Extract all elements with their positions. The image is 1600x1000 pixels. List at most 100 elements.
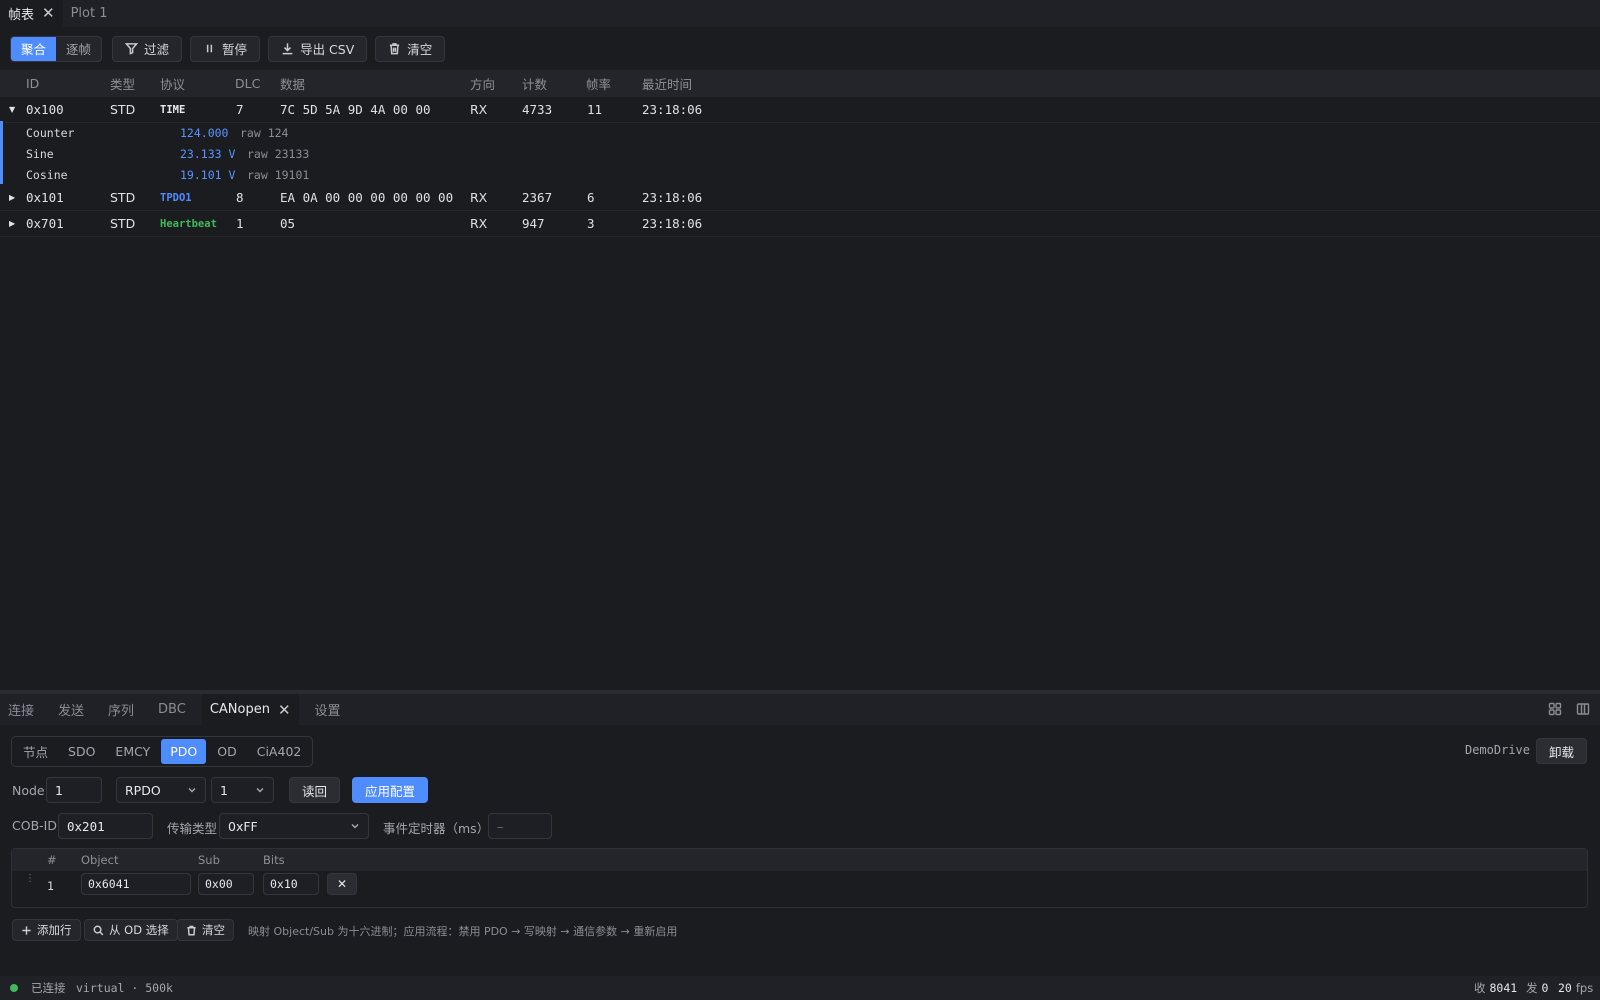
filter-label: 过滤 <box>144 42 170 57</box>
device-name: DemoDrive <box>1464 743 1530 757</box>
grid-icon[interactable] <box>1548 702 1562 716</box>
tab-plot-1[interactable]: Plot 1 <box>63 0 116 27</box>
frame-rate: 6 <box>587 190 595 205</box>
header-rate[interactable]: 帧率 <box>586 70 611 97</box>
fps-counter: 20 fps <box>1558 976 1593 1000</box>
canopen-subtabs: 节点 SDO EMCY PDO OD CiA402 <box>11 736 314 767</box>
mapping-hint: 映射 Object/Sub 为十六进制；应用流程：禁用 PDO → 写映射 → … <box>248 925 678 938</box>
frame-last-time: 23:18:06 <box>642 190 703 205</box>
header-direction[interactable]: 方向 <box>470 70 495 97</box>
tab-dbc[interactable]: DBC <box>150 694 194 725</box>
status-bar: 已连接 virtual · 500k 收 8041 发 0 20 fps <box>0 976 1600 1000</box>
tab-send[interactable]: 发送 <box>50 694 92 725</box>
trash-icon <box>187 925 196 935</box>
select-from-od-button[interactable]: 从 OD 选择 <box>84 919 178 941</box>
split-columns-icon[interactable] <box>1576 702 1590 716</box>
filter-button[interactable]: 过滤 <box>112 35 183 62</box>
remove-row-button[interactable]: ✕ <box>327 873 358 895</box>
trash-icon <box>390 43 400 55</box>
subtab-pdo[interactable]: PDO <box>161 739 207 764</box>
subtab-emcy[interactable]: EMCY <box>106 739 159 764</box>
search-icon <box>93 925 104 935</box>
event-timer-input[interactable]: – <box>488 813 552 839</box>
node-label: Node <box>12 783 45 798</box>
subtab-cia402[interactable]: CiA402 <box>248 739 311 764</box>
tab-connection[interactable]: 连接 <box>0 694 42 725</box>
mode-per-frame-button[interactable]: 逐帧 <box>56 37 101 61</box>
signal-name: Cosine <box>26 167 68 182</box>
table-row[interactable]: ▼ 0x100 STD TIME 7 7C 5D 5A 9D 4A 00 00 … <box>0 97 1600 123</box>
pdo-type-select[interactable]: RPDO <box>116 777 206 803</box>
header-protocol[interactable]: 协议 <box>160 70 185 97</box>
drag-handle-icon[interactable]: ⋮ <box>25 873 35 884</box>
mapping-header-bits: Bits <box>263 853 285 867</box>
read-back-button[interactable]: 读回 <box>289 777 341 803</box>
clear-button[interactable]: 清空 <box>375 35 446 62</box>
tab-settings[interactable]: 设置 <box>307 694 349 725</box>
signal-value: 19.101 V <box>180 167 236 182</box>
frame-rate: 11 <box>587 102 603 117</box>
close-icon[interactable]: ✕ <box>278 701 291 719</box>
node-input[interactable]: 1 <box>46 777 102 803</box>
frame-type: STD <box>110 102 136 117</box>
chevron-down-icon <box>351 823 359 829</box>
chevron-down-icon <box>256 787 264 793</box>
pdo-index-value: 1 <box>220 782 228 798</box>
plus-icon <box>22 925 31 935</box>
frame-dlc: 1 <box>236 216 244 231</box>
pdo-index-select[interactable]: 1 <box>211 777 274 803</box>
header-id[interactable]: ID <box>26 70 39 97</box>
frame-last-time: 23:18:06 <box>642 102 703 117</box>
tab-frame-table[interactable]: 帧表 ✕ <box>0 0 63 27</box>
frame-direction: RX <box>470 102 488 117</box>
cobid-input[interactable]: 0x201 <box>58 813 153 839</box>
mode-aggregate-button[interactable]: 聚合 <box>11 36 57 61</box>
subtab-sdo[interactable]: SDO <box>59 739 104 764</box>
clear-label: 清空 <box>407 42 433 57</box>
close-icon[interactable]: ✕ <box>42 6 55 21</box>
tab-label: Plot 1 <box>70 6 108 21</box>
pause-button[interactable]: 暂停 <box>190 35 261 62</box>
signal-row: Cosine 19.101 V raw 19101 <box>0 164 1600 185</box>
connection-status: 已连接 <box>31 981 66 995</box>
signal-raw: raw 124 <box>240 125 289 140</box>
signal-raw: raw 19101 <box>247 167 310 182</box>
subtab-node[interactable]: 节点 <box>14 739 57 764</box>
add-row-button[interactable]: 添加行 <box>12 919 81 941</box>
frame-toolbar: 聚合 逐帧 过滤 暂停 导出 CSV 清空 <box>0 27 1600 70</box>
header-count[interactable]: 计数 <box>522 70 547 97</box>
signal-name: Sine <box>26 146 54 161</box>
tab-canopen[interactable]: CANopen ✕ <box>201 694 299 725</box>
caret-down-icon[interactable]: ▼ <box>9 97 15 122</box>
event-timer-label: 事件定时器（ms） <box>383 821 490 836</box>
table-row[interactable]: ▶ 0x101 STD TPDO1 8 EA 0A 00 00 00 00 00… <box>0 185 1600 211</box>
export-csv-button[interactable]: 导出 CSV <box>268 35 368 62</box>
frame-count: 947 <box>522 216 545 231</box>
frame-direction: RX <box>470 216 488 231</box>
mapping-sub-input[interactable]: 0x00 <box>198 873 254 895</box>
header-type[interactable]: 类型 <box>110 70 135 97</box>
caret-right-icon[interactable]: ▶ <box>9 185 15 210</box>
transmission-type-select[interactable]: 0xFF <box>219 813 369 839</box>
caret-right-icon[interactable]: ▶ <box>9 211 15 236</box>
mapping-header-index: # <box>47 853 57 867</box>
frame-data: 7C 5D 5A 9D 4A 00 00 <box>280 102 431 117</box>
mapping-object-input[interactable]: 0x6041 <box>81 873 191 895</box>
subtab-od[interactable]: OD <box>208 739 245 764</box>
tab-sequence[interactable]: 序列 <box>100 694 142 725</box>
panel-layout-controls <box>1548 702 1590 716</box>
frame-count: 2367 <box>522 190 553 205</box>
pause-label: 暂停 <box>222 42 248 57</box>
table-row[interactable]: ▶ 0x701 STD Heartbeat 1 05 RX 947 3 23:1… <box>0 211 1600 237</box>
frame-dlc: 7 <box>236 102 244 117</box>
header-data[interactable]: 数据 <box>280 70 305 97</box>
unload-button[interactable]: 卸载 <box>1535 738 1587 764</box>
header-dlc[interactable]: DLC <box>235 70 260 97</box>
header-last-time[interactable]: 最近时间 <box>642 70 692 97</box>
bottom-tab-bar: 连接 发送 序列 DBC CANopen ✕ 设置 <box>0 694 1600 725</box>
apply-config-button[interactable]: 应用配置 <box>352 777 429 803</box>
clear-mapping-button[interactable]: 清空 <box>177 919 234 941</box>
tab-label: CANopen <box>209 702 270 717</box>
mapping-header-object: Object <box>81 853 119 867</box>
mapping-bits-input[interactable]: 0x10 <box>263 873 319 895</box>
